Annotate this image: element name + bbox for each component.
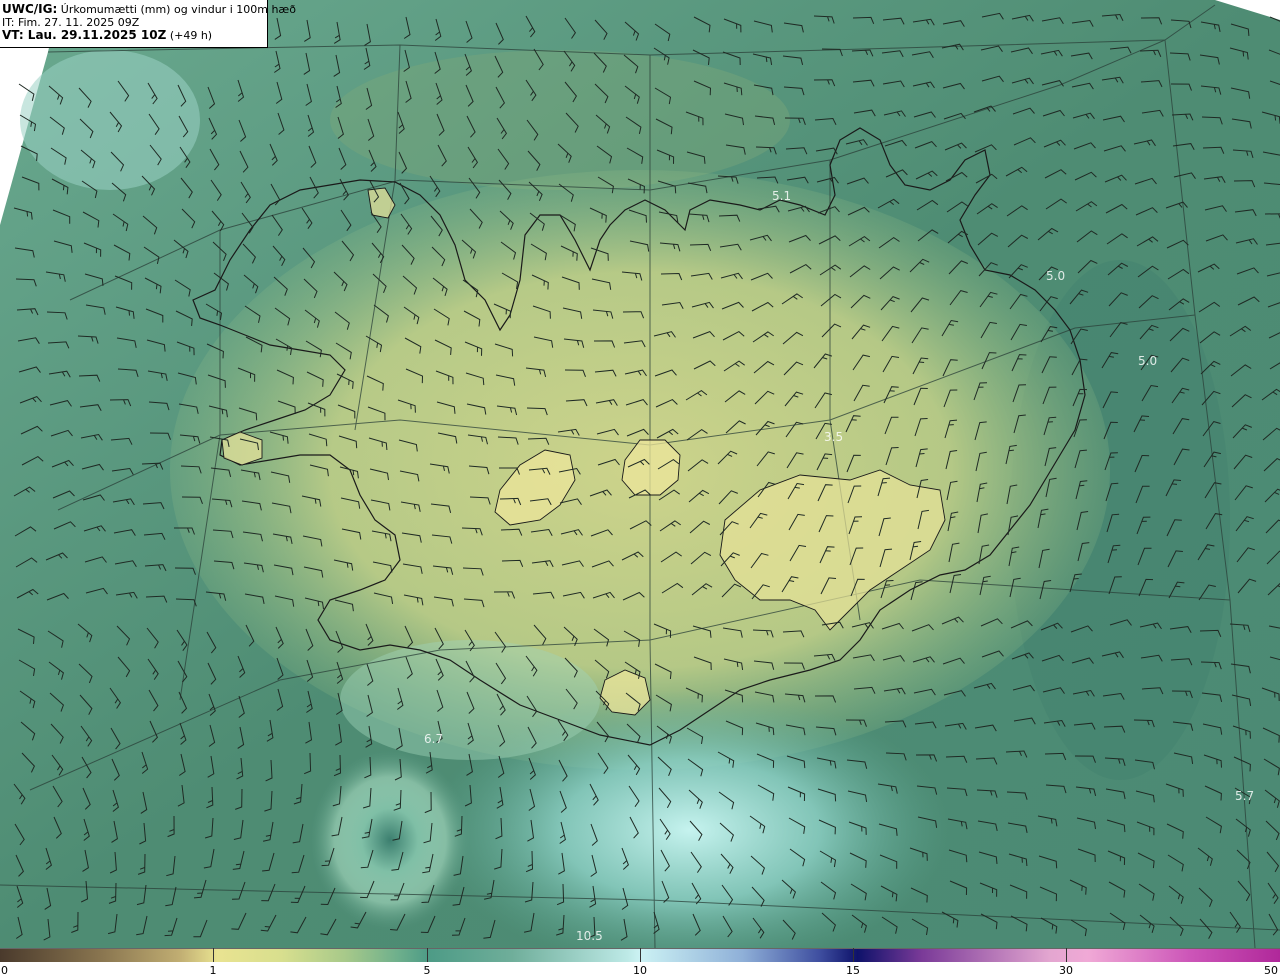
contour-label: 5.0 xyxy=(1046,269,1065,283)
map-title: Úrkomumætti (mm) og vindur i 100m hæð xyxy=(60,3,296,16)
map-info-box: UWC/IG: Úrkomumætti (mm) og vindur i 100… xyxy=(0,0,296,48)
colorbar-tick-label: 15 xyxy=(846,964,860,977)
contour-label: 6.7 xyxy=(424,732,443,746)
colorbar-ticks: 0 1 5 10 15 30 50 xyxy=(0,962,1280,978)
forecast-offset: (+49 h) xyxy=(169,29,213,42)
model-label: UWC/IG: xyxy=(2,2,58,16)
colorbar-tickmark xyxy=(1066,948,1067,962)
contour-label: 5.1 xyxy=(772,189,791,203)
colorbar-tickmark xyxy=(213,948,214,962)
low-pressure-swirl xyxy=(310,750,470,930)
colorbar-tick-label: 30 xyxy=(1059,964,1073,977)
colorbar-tickmark xyxy=(853,948,854,962)
contour-label: 5.0 xyxy=(1138,354,1157,368)
precipitation-map[interactable]: 5.1 5.0 5.0 3.5 6.7 5.7 10.5 xyxy=(0,0,1280,948)
valid-time: VT: Lau. 29.11.2025 10Z xyxy=(2,28,167,42)
moisture-patch-nw xyxy=(20,50,200,190)
colorbar-tick-label: 5 xyxy=(423,964,431,977)
contour-label: 3.5 xyxy=(824,430,843,444)
colorbar-tick-label: 50 xyxy=(1264,964,1278,977)
colorbar-tick-label: 10 xyxy=(633,964,647,977)
title-line: UWC/IG: Úrkomumætti (mm) og vindur i 100… xyxy=(2,2,296,17)
colorbar-tick-label: 0 xyxy=(1,964,8,977)
contour-label: 10.5 xyxy=(576,929,603,943)
colorbar-tickmark xyxy=(640,948,641,962)
contour-label: 5.7 xyxy=(1235,789,1254,803)
colorbar-tick-label: 1 xyxy=(209,964,217,977)
valid-time-line: VT: Lau. 29.11.2025 10Z (+49 h) xyxy=(2,28,267,43)
colorbar-tickmark xyxy=(427,948,428,962)
